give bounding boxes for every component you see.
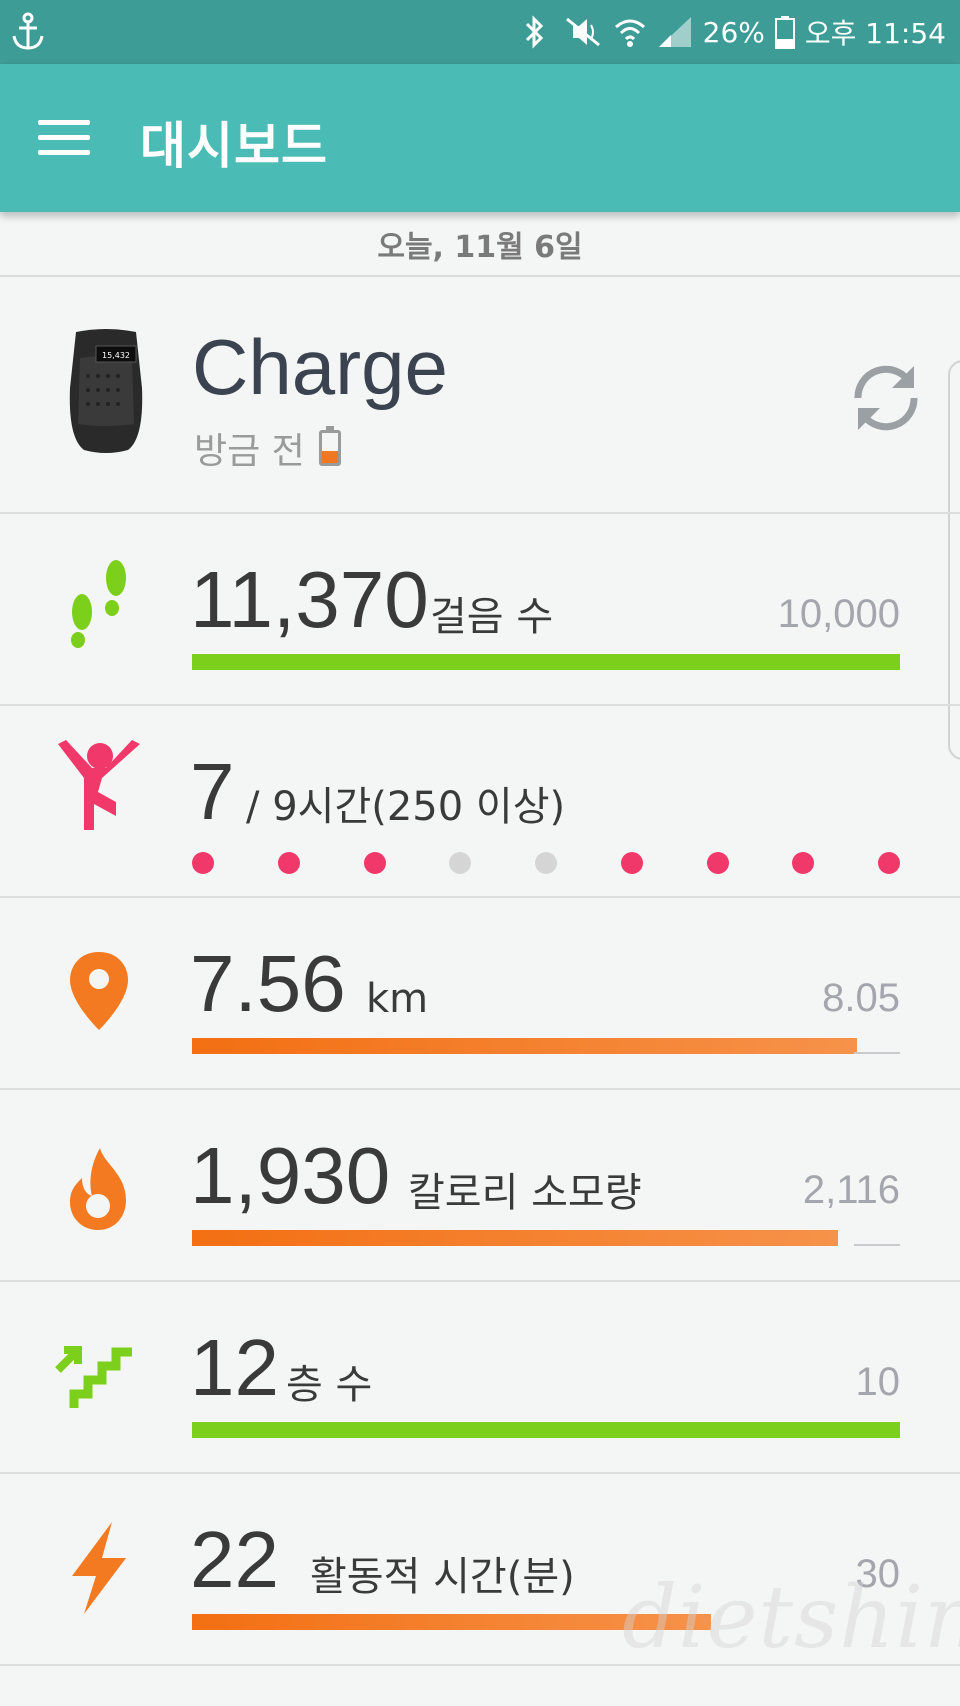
calories-value: 1,930 [190, 1131, 391, 1220]
device-name: Charge [192, 323, 448, 411]
distance-goal-marker [854, 1052, 900, 1054]
active-minutes-value: 22 [190, 1515, 279, 1604]
stat-floors[interactable]: 12 층 수 10 [0, 1280, 960, 1470]
battery-icon [774, 16, 795, 49]
location-pin-icon [70, 952, 128, 1030]
distance-unit: km [366, 976, 429, 1022]
page-title: 대시보드 [140, 117, 328, 175]
steps-unit: 걸음 수 [430, 594, 554, 640]
bluetooth-icon [525, 15, 543, 49]
divider [0, 275, 960, 277]
steps-goal: 10,000 [777, 592, 900, 636]
calories-goal-marker [854, 1244, 900, 1246]
app-bar: 대시보드 [0, 64, 960, 212]
battery-percent: 26% [702, 15, 765, 49]
status-bar: 26% 오후 11:54 [0, 0, 960, 64]
stairs-icon [55, 1346, 132, 1408]
watermark: dietshin.com [622, 1568, 960, 1668]
stat-distance[interactable]: 7.56 km 8.05 [0, 896, 960, 1086]
steps-progress-bar [192, 654, 900, 670]
calories-progress-fill [192, 1230, 838, 1246]
tracker-band-image: 15,432 [69, 329, 143, 453]
hourly-dot [535, 852, 557, 874]
stat-hourly-activity[interactable]: 7 / 9시간(250 이상) [0, 704, 960, 894]
distance-progress-fill [192, 1038, 857, 1054]
active-minutes-unit: 활동적 시간(분) [310, 1554, 575, 1600]
hourly-dot [192, 852, 214, 874]
date-label: 오늘, 11월 6일 [377, 230, 583, 265]
sync-icon[interactable] [844, 356, 928, 440]
active-person-icon [58, 740, 140, 830]
flame-icon [70, 1148, 126, 1230]
floors-progress-fill [192, 1422, 900, 1438]
hourly-dot [363, 852, 386, 874]
signal-icon [658, 17, 691, 47]
menu-icon[interactable] [38, 120, 90, 158]
calories-unit: 칼로리 소모량 [408, 1170, 642, 1216]
stat-calories[interactable]: 1,930 칼로리 소모량 2,116 [0, 1088, 960, 1278]
lightning-icon [72, 1522, 126, 1614]
mute-icon [565, 17, 600, 47]
clock: 오후 11:54 [804, 17, 946, 50]
hourly-dot [449, 852, 472, 874]
distance-value: 7.56 [190, 939, 346, 1028]
hourly-dot [878, 852, 900, 874]
calories-progress-bar [192, 1230, 900, 1246]
hourly-dot [277, 852, 300, 874]
distance-progress-bar [192, 1038, 900, 1054]
wifi-icon [614, 19, 645, 47]
hourly-value: 7 [190, 747, 235, 836]
hourly-unit: / 9시간(250 이상) [246, 784, 566, 830]
device-sync-status: 방금 전 [194, 422, 341, 474]
sync-status-text: 방금 전 [194, 431, 305, 472]
floors-unit: 층 수 [286, 1362, 373, 1408]
footsteps-icon [71, 560, 126, 648]
calories-goal: 2,116 [802, 1168, 900, 1212]
floors-goal: 10 [855, 1360, 901, 1404]
hourly-dot [620, 852, 643, 874]
hourly-dots [192, 852, 900, 874]
floors-value: 12 [190, 1323, 279, 1412]
floors-progress-bar [192, 1422, 900, 1438]
distance-goal: 8.05 [822, 976, 900, 1020]
steps-progress-fill [192, 654, 900, 670]
tracker-screen-text: 15,432 [102, 351, 130, 360]
anchor-icon [12, 12, 44, 50]
hourly-dot [706, 852, 729, 874]
stat-steps[interactable]: 11,370 걸음 수 10,000 [0, 512, 960, 702]
hourly-dot [792, 852, 815, 874]
device-battery-icon [318, 426, 341, 466]
steps-value: 11,370 [190, 555, 429, 644]
